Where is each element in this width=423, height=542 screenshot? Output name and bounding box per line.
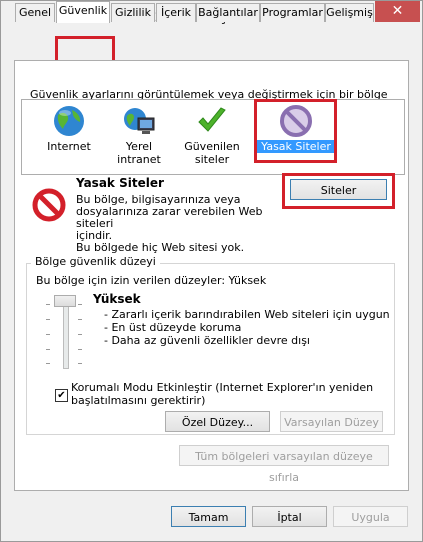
globe-icon	[54, 106, 84, 136]
tab-programlar[interactable]: Programlar	[260, 3, 325, 22]
level-bullet: - Zararlı içerik barındırabilen Web site…	[104, 308, 390, 321]
zone-local-intranet[interactable]: Yerel intranet	[106, 104, 172, 166]
zone-restricted-label: Yasak Siteler	[257, 140, 335, 153]
highlight-box-tab	[55, 36, 115, 63]
selected-zone-title: Yasak Siteler	[76, 176, 164, 190]
tab-baglantilar[interactable]: Bağlantılar	[196, 3, 260, 22]
zone-restricted-sites[interactable]: Yasak Siteler	[257, 104, 335, 153]
protected-mode-label-line: Korumalı Modu Etkinleştir (Internet Expl…	[71, 381, 374, 394]
slider-tick	[78, 319, 82, 320]
default-level-button[interactable]: Varsayılan Düzey	[280, 411, 383, 432]
checkmark-icon	[198, 107, 226, 132]
slider-tick	[78, 363, 82, 364]
zone-intranet-label: Yerel intranet	[117, 140, 161, 166]
tab-guvenlik[interactable]: Güvenlik	[56, 1, 110, 23]
zone-internet[interactable]: Internet	[36, 104, 102, 153]
restricted-icon	[280, 105, 312, 137]
dialog-window: Internet Seçenekleri ? ✕ Genel Güvenlik …	[0, 0, 423, 542]
zone-trusted-label-line2: siteler	[194, 153, 230, 166]
slider-tick	[46, 349, 50, 350]
tab-gelismis[interactable]: Gelişmiş	[325, 3, 374, 22]
level-bullet: - Daha az güvenli özellikler devre dışı	[104, 334, 310, 347]
security-level-slider-thumb[interactable]	[54, 295, 76, 307]
protected-mode-checkbox[interactable]: ✔	[55, 389, 68, 402]
level-bullet: - En üst düzeyde koruma	[104, 321, 242, 334]
security-level-slider-track	[63, 297, 69, 369]
slider-tick	[46, 334, 50, 335]
apply-button[interactable]: Uygula	[333, 506, 408, 527]
protected-mode-label: Korumalı Modu Etkinleştir (Internet Expl…	[71, 381, 373, 407]
slider-tick	[46, 319, 50, 320]
slider-tick	[78, 349, 82, 350]
description-line: dosyalarınıza zarar verebilen Web sitele…	[76, 205, 263, 230]
slider-tick	[46, 304, 50, 305]
tab-genel[interactable]: Genel	[15, 3, 55, 22]
cancel-button[interactable]: İptal	[252, 506, 327, 527]
reset-all-zones-button[interactable]: Tüm bölgeleri varsayılan düzeye sıfırla	[179, 445, 389, 484]
close-button[interactable]: ✕	[375, 1, 420, 22]
tab-icerik[interactable]: İçerik	[156, 3, 196, 22]
zone-trusted-label-line1: Güvenilen	[184, 140, 240, 153]
zone-trusted-label: Güvenilen siteler	[179, 140, 245, 166]
custom-level-button[interactable]: Özel Düzey...	[165, 411, 270, 432]
ok-button[interactable]: Tamam	[171, 506, 246, 527]
level-name: Yüksek	[93, 292, 141, 306]
slider-tick	[46, 363, 50, 364]
zone-internet-label: Internet	[47, 140, 91, 153]
slider-tick	[78, 304, 82, 305]
level-description: - Zararlı içerik barındırabilen Web site…	[104, 308, 390, 347]
sites-button[interactable]: Siteler	[290, 179, 387, 200]
restricted-zone-large-icon	[32, 188, 66, 222]
slider-tick	[78, 334, 82, 335]
tab-gizlilik[interactable]: Gizlilik	[111, 3, 155, 22]
intranet-icon	[124, 108, 155, 134]
allowed-levels-text: Bu bölge için izin verilen düzeyler: Yük…	[36, 274, 267, 287]
selected-zone-description: Bu bölge, bilgisayarınıza veya dosyaları…	[76, 194, 286, 254]
description-line: Bu bölgede hiç Web sitesi yok.	[76, 241, 245, 254]
zone-trusted-sites[interactable]: Güvenilen siteler	[179, 104, 245, 166]
security-level-group-title: Bölge güvenlik düzeyi	[31, 255, 160, 268]
protected-mode-label-line: başlatılmasını gerektirir)	[71, 394, 206, 407]
